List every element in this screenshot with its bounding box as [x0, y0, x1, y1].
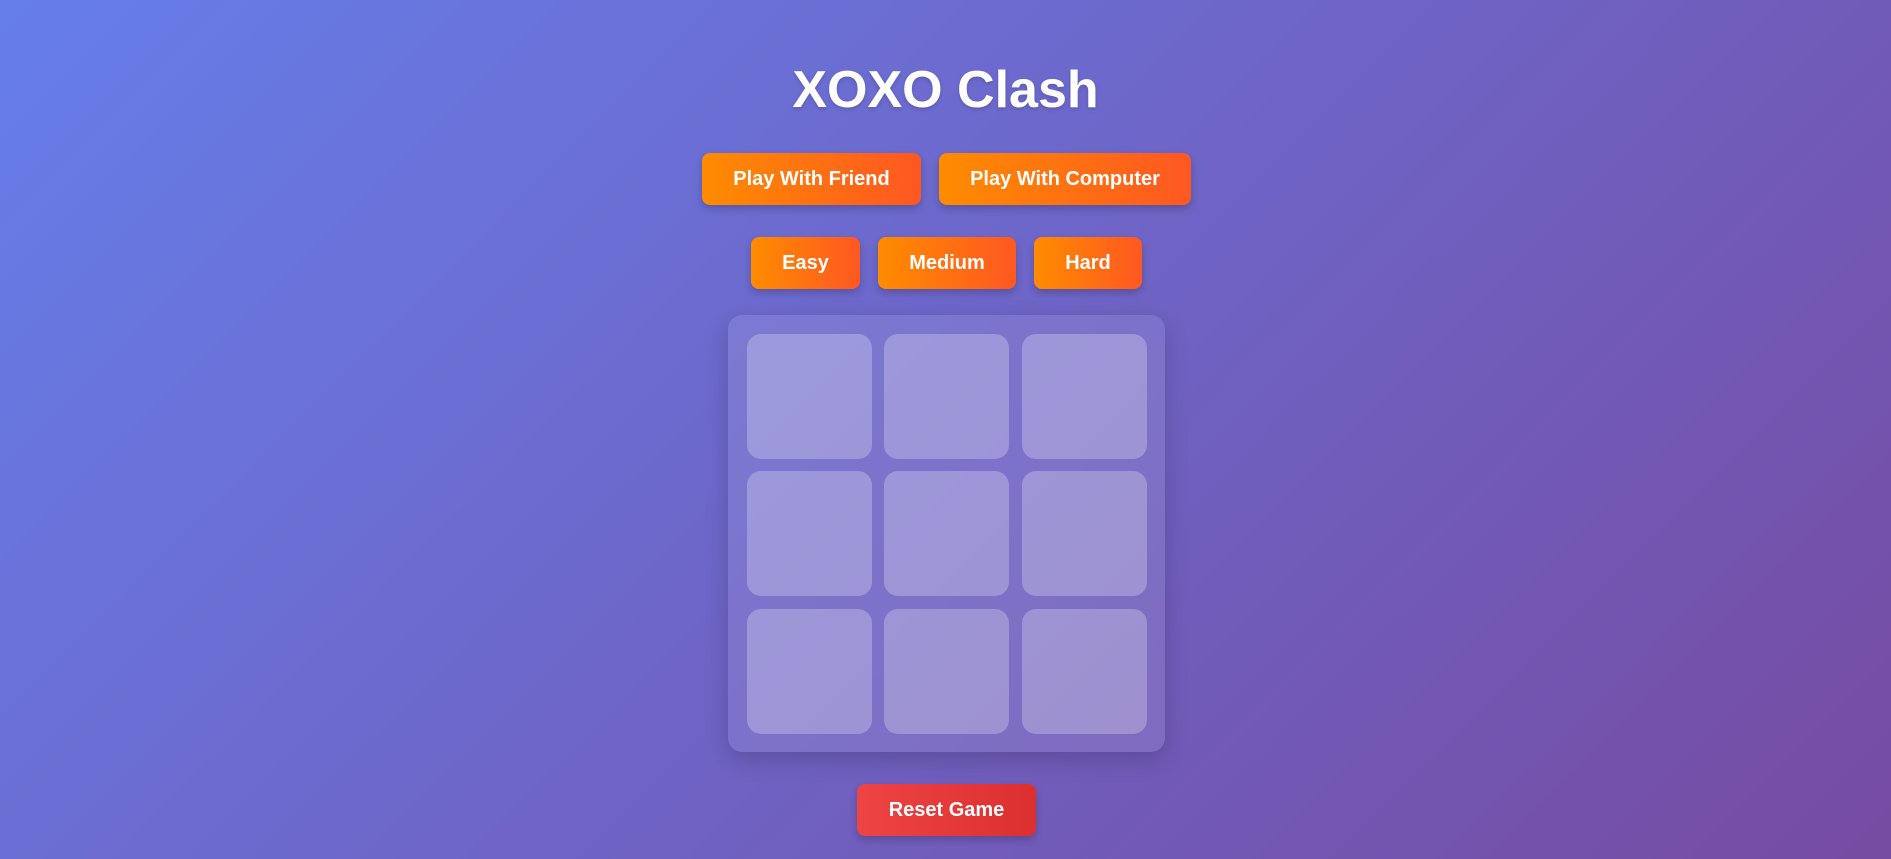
board-cell-6[interactable] [1022, 471, 1147, 596]
difficulty-medium-button[interactable]: Medium [878, 237, 1016, 289]
board-cell-5[interactable] [884, 471, 1009, 596]
board-cell-3[interactable] [1022, 334, 1147, 459]
board-cell-1[interactable] [747, 334, 872, 459]
board-cell-2[interactable] [884, 334, 1009, 459]
play-with-computer-button[interactable]: Play With Computer [939, 153, 1191, 205]
difficulty-hard-button[interactable]: Hard [1034, 237, 1142, 289]
board-cell-7[interactable] [747, 609, 872, 734]
board-cell-9[interactable] [1022, 609, 1147, 734]
game-board [728, 315, 1165, 752]
board-cell-4[interactable] [747, 471, 872, 596]
reset-game-button[interactable]: Reset Game [857, 784, 1036, 836]
board-cell-8[interactable] [884, 609, 1009, 734]
game-title: XOXO Clash [792, 61, 1099, 119]
difficulty-easy-button[interactable]: Easy [751, 237, 860, 289]
play-with-friend-button[interactable]: Play With Friend [702, 153, 921, 205]
